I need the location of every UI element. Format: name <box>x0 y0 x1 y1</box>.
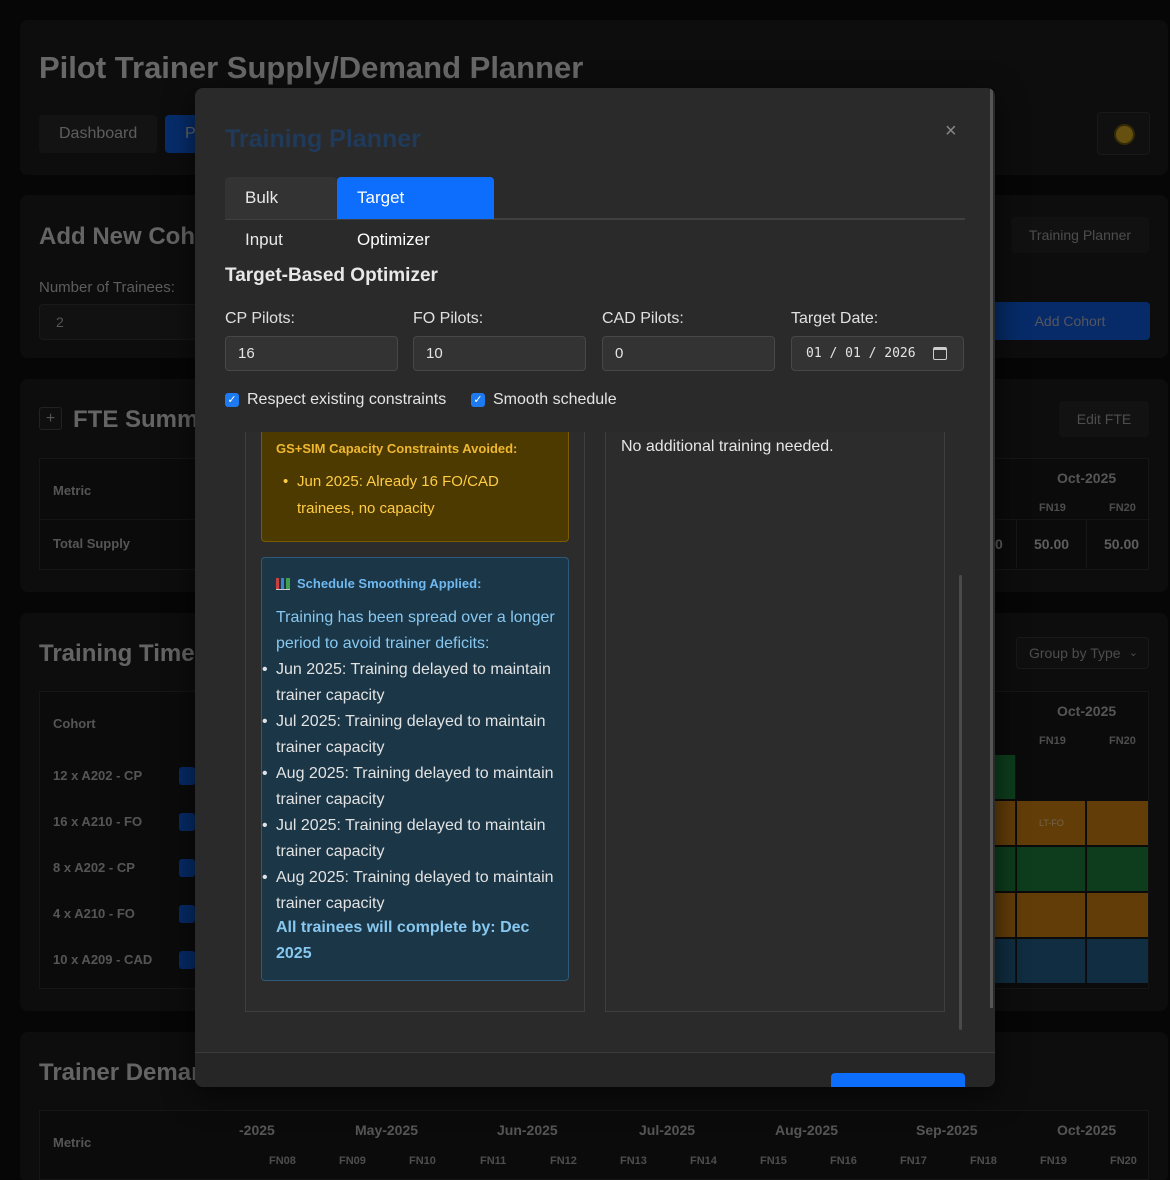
cad-pilots-label: CAD Pilots: <box>602 310 684 327</box>
smoothing-title-row: Schedule Smoothing Applied: <box>276 576 481 591</box>
cp-pilots-label: CP Pilots: <box>225 310 295 327</box>
modal-title: Training Planner <box>225 125 421 153</box>
optimizer-title: Target-Based Optimizer <box>225 265 438 286</box>
scrollbar-thumb[interactable] <box>959 575 962 1030</box>
results-right-panel: No additional training needed. <box>605 432 945 1012</box>
modal-footer <box>195 1052 995 1087</box>
smoothing-intro: Training has been spread over a longer p… <box>276 609 555 652</box>
fo-pilots-label: FO Pilots: <box>413 310 484 327</box>
modal-tabs: Bulk Input Target Optimizer <box>225 177 965 249</box>
checkbox-checked-icon: ✓ <box>471 393 485 407</box>
results-scroll-area[interactable]: No additional training needed. GS+SIM Ca… <box>195 432 995 1052</box>
smooth-schedule-checkbox[interactable]: ✓ Smooth schedule <box>471 389 617 411</box>
apply-schedule-button[interactable] <box>831 1073 965 1087</box>
fo-pilots-input[interactable]: 10 <box>413 336 586 371</box>
smoothing-item: Jun 2025: Training delayed to maintain t… <box>262 657 561 709</box>
respect-constraints-checkbox[interactable]: ✓ Respect existing constraints <box>225 389 446 411</box>
smoothing-item: Jul 2025: Training delayed to maintain t… <box>262 709 561 761</box>
chart-icon <box>276 577 290 590</box>
smooth-schedule-label: Smooth schedule <box>493 391 617 408</box>
constraints-list: Jun 2025: Already 16 FO/CAD trainees, no… <box>283 468 547 522</box>
smoothing-title: Schedule Smoothing Applied: <box>297 576 482 591</box>
close-icon[interactable]: × <box>945 120 957 143</box>
checkbox-checked-icon: ✓ <box>225 393 239 407</box>
tab-bulk-input[interactable]: Bulk Input <box>225 177 337 249</box>
training-planner-modal: Training Planner × Bulk Input Target Opt… <box>195 88 995 1087</box>
result-text: No additional training needed. <box>621 438 834 455</box>
constraints-title: GS+SIM Capacity Constraints Avoided: <box>276 441 518 456</box>
target-date-label: Target Date: <box>791 310 879 327</box>
cad-pilots-input[interactable]: 0 <box>602 336 775 371</box>
tab-target-optimizer[interactable]: Target Optimizer <box>337 177 494 249</box>
calendar-icon[interactable] <box>933 347 947 360</box>
constraint-item: Jun 2025: Already 16 FO/CAD trainees, no… <box>283 468 547 522</box>
smoothing-list: Jun 2025: Training delayed to maintain t… <box>262 657 561 917</box>
target-date-value: 01 / 01 / 2026 <box>806 346 916 361</box>
smoothing-box: Schedule Smoothing Applied: Training has… <box>261 557 569 981</box>
cp-pilots-input[interactable]: 16 <box>225 336 398 371</box>
smoothing-item: Aug 2025: Training delayed to maintain t… <box>262 865 561 917</box>
smoothing-summary: All trainees will complete by: Dec 2025 <box>276 919 530 962</box>
respect-constraints-label: Respect existing constraints <box>247 391 447 408</box>
modal-scrollbar-track[interactable] <box>990 88 993 1008</box>
constraints-box: GS+SIM Capacity Constraints Avoided: Jun… <box>261 432 569 542</box>
target-date-input[interactable]: 01 / 01 / 2026 <box>791 336 964 371</box>
smoothing-item: Jul 2025: Training delayed to maintain t… <box>262 813 561 865</box>
smoothing-item: Aug 2025: Training delayed to maintain t… <box>262 761 561 813</box>
